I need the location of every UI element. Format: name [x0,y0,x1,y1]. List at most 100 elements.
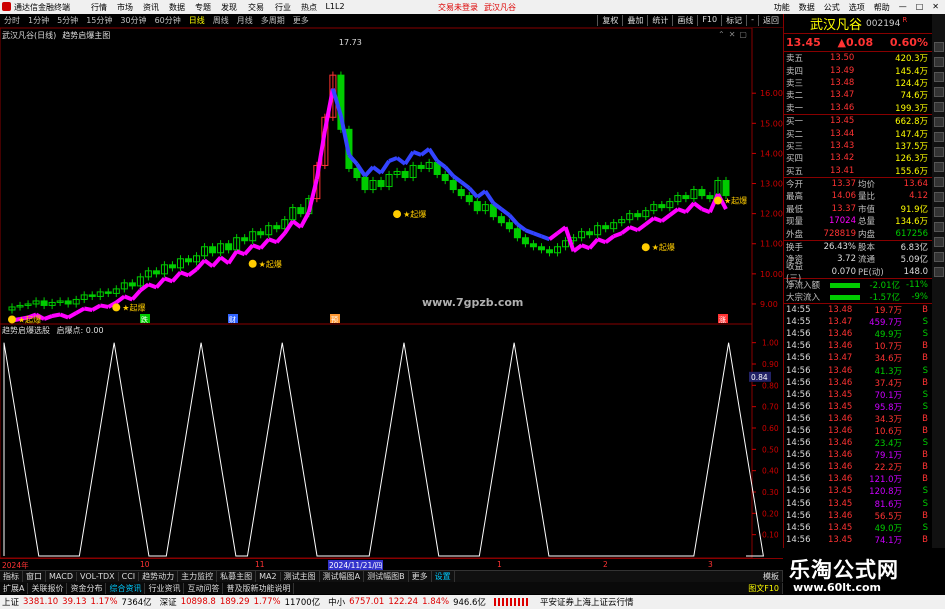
indicator-tab[interactable]: VOL-TDX [77,572,119,581]
indicator-tab[interactable]: CCI [119,572,140,581]
bid-row[interactable]: 买一 13.45 662.8万 [784,115,932,127]
trade-stock-link[interactable]: 武汉凡谷 [484,2,516,13]
menu-item[interactable]: 公式 [824,2,840,13]
bid-row[interactable]: 买四 13.42 126.3万 [784,152,932,164]
menu-item[interactable]: 市场 [112,2,138,13]
menu-item[interactable]: 发现 [216,2,242,13]
template-button[interactable]: 模板 [760,571,783,582]
mark-button[interactable]: 标记 [721,15,746,26]
sz-label[interactable]: 深证 [158,596,179,608]
side-tool-icon[interactable] [933,102,944,112]
chevron-up-icon[interactable]: ⌃ [718,30,725,39]
side-tool-icon[interactable] [933,177,944,187]
indicator-tab[interactable]: 测试主图 [281,571,320,582]
side-tool-icon[interactable] [933,267,944,277]
extension-tab[interactable]: 扩展A [0,582,29,594]
side-tool-icon[interactable] [933,132,944,142]
ask-row[interactable]: 卖三 13.48 124.4万 [784,77,932,89]
extension-tab[interactable]: 普及版新功能说明 [223,582,295,594]
news-ticker[interactable]: 平安证券上海上证云行情 [538,596,636,608]
overlay-button[interactable]: 叠加 [622,15,647,26]
extension-tab[interactable]: 资金分布 [67,582,107,594]
sh-label[interactable]: 上证 [0,596,21,608]
period-tab[interactable]: 30分钟 [116,15,150,26]
window-icon[interactable]: ▢ [739,30,747,39]
side-tool-icon[interactable] [933,57,944,67]
indicator-tab[interactable]: 测试幅图B [364,571,409,582]
menu-item[interactable]: 交易 [242,2,270,13]
draw-button[interactable]: 画线 [672,15,697,26]
stats-button[interactable]: 统计 [647,15,672,26]
period-tab[interactable]: 15分钟 [82,15,116,26]
period-tab[interactable]: 分时 [0,15,24,26]
extension-tab[interactable]: 关联报价 [28,582,68,594]
menu-item[interactable]: 专题 [190,2,216,13]
menu-item[interactable]: 资讯 [138,2,164,13]
side-tool-icon[interactable] [933,42,944,52]
indicator-tab[interactable]: 窗口 [23,571,46,582]
back-button[interactable]: 返回 [758,15,783,26]
side-tool-icon[interactable] [933,237,944,247]
side-tool-icon[interactable] [933,117,944,127]
close-icon[interactable]: ✕ [729,30,736,39]
side-tool-icon[interactable] [933,72,944,82]
menu-item[interactable]: L1L2 [322,2,348,13]
ask-row[interactable]: 卖四 13.49 145.4万 [784,64,932,77]
side-tool-icon[interactable] [933,162,944,172]
extension-tab[interactable]: 综合资讯 [106,582,146,594]
indicator-tab[interactable]: 更多 [409,571,432,582]
ask-row[interactable]: 卖一 13.46 199.3万 [784,102,932,114]
menu-item[interactable]: 热点 [296,2,322,13]
menu-item[interactable]: 选项 [849,2,865,13]
indicator-tab[interactable]: 测试幅图A [320,571,365,582]
menu-item[interactable]: 行情 [86,2,112,13]
adjust-button[interactable]: 复权 [597,15,622,26]
settings-tab[interactable]: 设置 [432,571,455,582]
menu-item[interactable]: 行业 [270,2,296,13]
period-tab[interactable]: 周线 [209,15,233,26]
period-tab[interactable]: 更多 [289,15,313,26]
period-tab-active[interactable]: 日线 [185,15,209,26]
sub-indicator-title[interactable]: 趋势启爆选股 [2,326,50,335]
indicator-tab[interactable]: 趋势动力 [139,571,179,582]
menu-item[interactable]: 帮助 [874,2,890,13]
indicator-tab[interactable]: MA2 [256,572,281,581]
side-tool-icon[interactable] [933,222,944,232]
f10-button[interactable]: F10 [697,15,721,26]
extension-tab[interactable]: 行业资讯 [145,582,185,594]
indicator-tab[interactable]: 主力监控 [178,571,218,582]
side-tool-icon[interactable] [933,207,944,217]
trade-login-link[interactable]: 交易未登录 [438,2,478,13]
bid-row[interactable]: 买二 13.44 147.4万 [784,127,932,140]
indicator-tab[interactable]: 指标 [0,571,23,582]
period-tab[interactable]: 月线 [233,15,257,26]
side-tool-icon[interactable] [933,87,944,97]
period-tab[interactable]: 多周期 [257,15,289,26]
tick-list[interactable]: 14:55 13.48 19.7万 B 14:55 13.47 459.7万 S 14:56 13… [784,304,932,546]
extension-tab[interactable]: 互动问答 [184,582,224,594]
period-tab[interactable]: 1分钟 [24,15,53,26]
menu-item[interactable]: 数据 [799,2,815,13]
period-tab[interactable]: 60分钟 [151,15,185,26]
indicator-tab[interactable]: MACD [46,572,77,581]
minimize-icon[interactable]: — [899,2,907,13]
maximize-icon[interactable]: □ [916,2,924,13]
main-kline-chart[interactable]: 16.00 15.00 14.00 13.00 12.00 11.00 10.00 9.00 1… [0,28,783,324]
ask-row[interactable]: 卖二 13.47 74.6万 [784,89,932,101]
menu-item[interactable]: 功能 [774,2,790,13]
side-tool-icon[interactable] [933,147,944,157]
f10-link[interactable]: 图文F10 [745,582,783,594]
indicator-tab[interactable]: 私募主图 [217,571,257,582]
period-tab[interactable]: 5分钟 [53,15,82,26]
side-tool-icon[interactable] [933,192,944,202]
ask-row[interactable]: 卖五 13.50 420.3万 [784,52,932,64]
bid-row[interactable]: 买三 13.43 137.5万 [784,140,932,152]
minus-button[interactable]: - [746,15,758,26]
menu-item[interactable]: 数据 [164,2,190,13]
close-icon[interactable]: ✕ [932,2,939,13]
indicator-name[interactable]: 趋势启爆主图 [62,30,110,41]
zx-label[interactable]: 中小 [326,596,347,608]
sub-indicator-chart[interactable]: 1.00 0.90 0.80 0.70 0.60 0.50 0.40 0.30 0.20 0.10… [0,324,783,558]
bid-row[interactable]: 买五 13.41 155.6万 [784,165,932,177]
side-tool-icon[interactable] [933,252,944,262]
